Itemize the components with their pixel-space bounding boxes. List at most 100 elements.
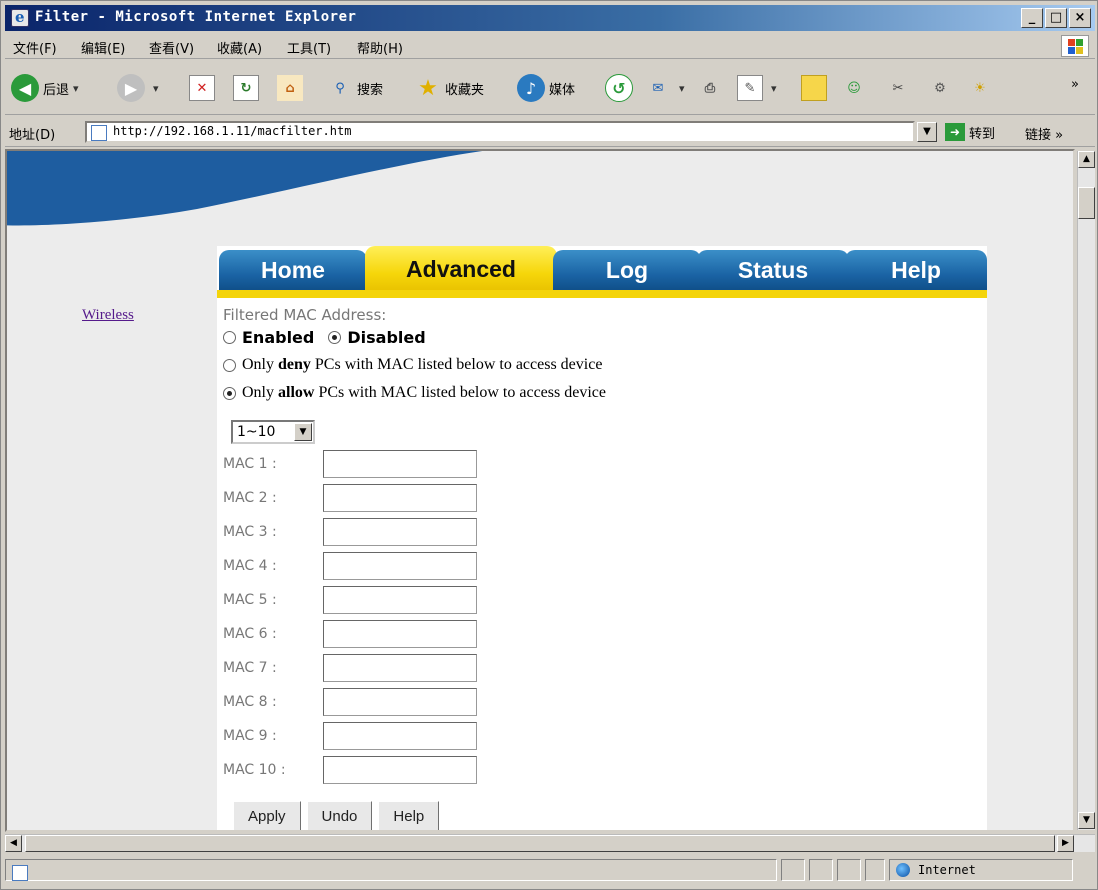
mac-1-input[interactable] bbox=[323, 450, 477, 478]
media-button[interactable]: ♪ 媒体 bbox=[517, 71, 575, 105]
forward-arrow-icon: ▶ bbox=[117, 74, 145, 102]
minimize-button[interactable]: _ bbox=[1021, 8, 1043, 28]
mac-label: MAC 2 : bbox=[223, 490, 277, 506]
mac-7-input[interactable] bbox=[323, 654, 477, 682]
menu-help[interactable]: 帮助(H) bbox=[357, 38, 403, 57]
status-segment bbox=[837, 859, 861, 881]
apply-button[interactable]: Apply bbox=[233, 801, 301, 830]
scroll-down-icon[interactable]: ▼ bbox=[1078, 812, 1095, 829]
range-select[interactable]: 1~10 ▼ bbox=[231, 420, 315, 444]
forward-button[interactable]: ▶ ▾ bbox=[117, 71, 159, 105]
history-icon: ↺ bbox=[605, 74, 633, 102]
enable-row: Enabled Disabled bbox=[223, 328, 426, 347]
research-button[interactable]: ⚙ bbox=[927, 71, 957, 105]
tab-status[interactable]: Status bbox=[697, 250, 849, 292]
go-arrow-icon: ➜ bbox=[945, 123, 965, 141]
mac-label: MAC 10 : bbox=[223, 762, 286, 778]
go-label: 转到 bbox=[969, 126, 996, 142]
mac-2-input[interactable] bbox=[323, 484, 477, 512]
horizontal-scroll-thumb[interactable] bbox=[25, 835, 1055, 852]
address-bar: 地址(D) http://192.168.1.11/macfilter.htm … bbox=[5, 117, 1095, 147]
horizontal-scrollbar[interactable]: ◀ ▶ bbox=[5, 834, 1095, 852]
home-button[interactable]: ⌂ bbox=[277, 71, 307, 105]
favorites-button[interactable]: ★ 收藏夹 bbox=[415, 71, 484, 105]
menu-view[interactable]: 查看(V) bbox=[149, 38, 194, 57]
print-button[interactable]: ⎙ bbox=[697, 71, 727, 105]
mail-button[interactable]: ✉ ▾ bbox=[645, 71, 685, 105]
stop-button[interactable]: ✕ bbox=[189, 71, 219, 105]
ie-logo-icon bbox=[11, 8, 29, 27]
menu-file[interactable]: 文件(F) bbox=[13, 38, 57, 57]
form-buttons: Apply Undo Help bbox=[233, 801, 440, 830]
tab-bar: Home Advanced Log Status Help bbox=[217, 246, 987, 302]
vertical-scrollbar[interactable]: ▲ ▼ bbox=[1077, 151, 1095, 830]
tab-advanced[interactable]: Advanced bbox=[365, 246, 557, 292]
toolbar: ◀ 后退 ▾ ▶ ▾ ✕ ↻ ⌂ ⚲ 搜索 ★ 收藏夹 ♪ 媒体 ↺ ✉ ▾ ⎙… bbox=[5, 61, 1095, 115]
chevron-down-icon: ▾ bbox=[153, 81, 159, 95]
mac-3-input[interactable] bbox=[323, 518, 477, 546]
mac-label: MAC 6 : bbox=[223, 626, 277, 642]
deny-row: Only deny PCs with MAC listed below to a… bbox=[223, 356, 602, 374]
mac-4-input[interactable] bbox=[323, 552, 477, 580]
tab-help[interactable]: Help bbox=[845, 250, 987, 292]
search-icon: ⚲ bbox=[335, 80, 345, 96]
mac-6-input[interactable] bbox=[323, 620, 477, 648]
page-icon bbox=[91, 125, 107, 141]
zone-label: Internet bbox=[918, 863, 976, 877]
mac-8-input[interactable] bbox=[323, 688, 477, 716]
allow-label: Only allow PCs with MAC listed below to … bbox=[242, 384, 606, 401]
header-swoosh bbox=[7, 151, 483, 226]
close-button[interactable]: × bbox=[1069, 8, 1091, 28]
go-button[interactable]: ➜ 转到 bbox=[945, 122, 995, 142]
browser-window: Filter - Microsoft Internet Explorer _ □… bbox=[0, 0, 1098, 890]
sidebar-link-wireless[interactable]: Wireless bbox=[82, 307, 134, 324]
refresh-button[interactable]: ↻ bbox=[233, 71, 263, 105]
mac-row: MAC 4 : bbox=[223, 552, 523, 584]
deny-label: Only deny PCs with MAC listed below to a… bbox=[242, 356, 603, 373]
note-icon bbox=[801, 75, 827, 101]
disabled-radio[interactable] bbox=[328, 331, 342, 344]
undo-button[interactable]: Undo bbox=[306, 801, 373, 830]
tools-button[interactable]: ✂ bbox=[885, 71, 915, 105]
messenger-button[interactable]: ☺ bbox=[841, 71, 871, 105]
discuss-button[interactable] bbox=[801, 71, 831, 105]
media-icon: ♪ bbox=[517, 74, 545, 102]
mac-9-input[interactable] bbox=[323, 722, 477, 750]
mac-row: MAC 10 : bbox=[223, 756, 523, 788]
chevron-down-icon: ▼ bbox=[294, 423, 312, 441]
address-url: http://192.168.1.11/macfilter.htm bbox=[113, 124, 352, 138]
history-button[interactable]: ↺ bbox=[605, 71, 637, 105]
address-input[interactable]: http://192.168.1.11/macfilter.htm bbox=[85, 121, 915, 143]
mac-row: MAC 8 : bbox=[223, 688, 523, 720]
mac-10-input[interactable] bbox=[323, 756, 477, 784]
links-button[interactable]: 链接 » bbox=[1025, 124, 1063, 143]
enabled-radio[interactable] bbox=[223, 331, 236, 344]
extra-button[interactable]: ☀ bbox=[967, 71, 997, 105]
title-bar[interactable]: Filter - Microsoft Internet Explorer _ □… bbox=[5, 5, 1095, 31]
scroll-up-icon[interactable]: ▲ bbox=[1078, 151, 1095, 168]
mac-row: MAC 3 : bbox=[223, 518, 523, 550]
maximize-button[interactable]: □ bbox=[1045, 8, 1067, 28]
scroll-right-icon[interactable]: ▶ bbox=[1057, 835, 1074, 852]
allow-radio[interactable] bbox=[223, 386, 236, 400]
vertical-scroll-thumb[interactable] bbox=[1078, 187, 1095, 219]
edit-button[interactable]: ✎ ▾ bbox=[737, 71, 777, 105]
menu-tools[interactable]: 工具(T) bbox=[287, 38, 331, 57]
mac-row: MAC 6 : bbox=[223, 620, 523, 652]
back-button[interactable]: ◀ 后退 ▾ bbox=[11, 71, 79, 105]
tab-log[interactable]: Log bbox=[553, 250, 701, 292]
tab-home[interactable]: Home bbox=[219, 250, 367, 292]
favorites-label: 收藏夹 bbox=[445, 82, 485, 98]
scroll-left-icon[interactable]: ◀ bbox=[5, 835, 22, 852]
search-button[interactable]: ⚲ 搜索 bbox=[327, 71, 383, 105]
help-button[interactable]: Help bbox=[378, 801, 440, 830]
address-dropdown-icon[interactable]: ▼ bbox=[917, 122, 937, 142]
toolbar-overflow[interactable]: » bbox=[1071, 67, 1079, 101]
mac-5-input[interactable] bbox=[323, 586, 477, 614]
deny-radio[interactable] bbox=[223, 358, 236, 372]
menu-favorites[interactable]: 收藏(A) bbox=[217, 38, 262, 57]
stop-icon: ✕ bbox=[189, 75, 215, 101]
menu-edit[interactable]: 编辑(E) bbox=[81, 38, 125, 57]
page-viewport: Wireless Home Advanced Log Status Help F… bbox=[5, 149, 1075, 832]
tab-underline bbox=[217, 290, 987, 298]
